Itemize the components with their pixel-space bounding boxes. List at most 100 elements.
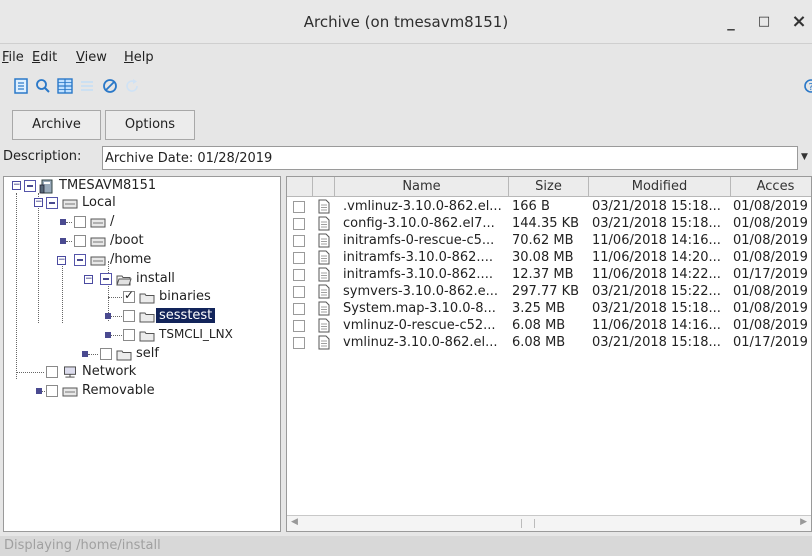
- tree-checkbox[interactable]: [74, 254, 86, 266]
- tab-archive[interactable]: Archive: [12, 110, 101, 140]
- menu-view[interactable]: View: [76, 50, 107, 65]
- tree-connector: [108, 261, 109, 321]
- description-input[interactable]: [102, 146, 798, 170]
- column-header-accessed[interactable]: Acces: [731, 177, 811, 197]
- menu-help[interactable]: Help: [124, 50, 154, 65]
- file-checkbox[interactable]: [293, 269, 305, 281]
- svg-text:?: ?: [808, 82, 812, 93]
- file-row[interactable]: vmlinuz-3.10.0-862.el... 6.08 MB 03/21/201…: [287, 334, 811, 351]
- column-header-modified[interactable]: Modified: [589, 177, 731, 197]
- file-row[interactable]: initramfs-3.10.0-862.... 12.37 MB 11/06/20…: [287, 266, 811, 283]
- file-row[interactable]: config-3.10.0-862.el7... 144.35 KB 03/21/2…: [287, 215, 811, 232]
- maximize-button[interactable]: □: [752, 10, 776, 34]
- file-row[interactable]: .vmlinuz-3.10.0-862.el... 166 B 03/21/2018…: [287, 198, 811, 215]
- tree-checkbox[interactable]: [100, 348, 112, 360]
- file-checkbox[interactable]: [293, 337, 305, 349]
- tree-node-install[interactable]: install: [136, 271, 175, 286]
- tree-checkbox[interactable]: [24, 180, 36, 192]
- file-row[interactable]: System.map-3.10.0-8... 3.25 MB 03/21/2018 …: [287, 300, 811, 317]
- collapse-toggle[interactable]: −: [12, 181, 21, 190]
- collapse-toggle[interactable]: −: [34, 198, 43, 207]
- menu-edit[interactable]: Edit: [32, 50, 57, 65]
- title-bar: Archive (on tmesavm8151) _ □ ×: [0, 0, 812, 44]
- tab-options[interactable]: Options: [105, 110, 195, 140]
- column-header-type[interactable]: [313, 177, 335, 197]
- tree-checkbox[interactable]: [74, 235, 86, 247]
- tree-connector: [66, 241, 72, 242]
- tree-connector: [38, 193, 39, 323]
- grid-icon[interactable]: [56, 77, 74, 95]
- tree-checkbox[interactable]: [100, 273, 112, 285]
- file-modified: 11/06/2018 14:16...: [592, 318, 721, 333]
- tree-node-binaries[interactable]: binaries: [159, 289, 211, 304]
- search-icon[interactable]: [34, 77, 52, 95]
- file-modified: 03/21/2018 15:18...: [592, 301, 721, 316]
- tree-node-home[interactable]: /home: [110, 252, 151, 267]
- file-row[interactable]: symvers-3.10.0-862.e... 297.77 KB 03/21/20…: [287, 283, 811, 300]
- tree-checkbox[interactable]: [46, 197, 58, 209]
- drive-icon: [90, 237, 106, 247]
- file-checkbox[interactable]: [293, 286, 305, 298]
- column-header-name[interactable]: Name: [335, 177, 509, 197]
- tree-checkbox[interactable]: [46, 385, 58, 397]
- file-checkbox[interactable]: [293, 201, 305, 213]
- tree-checkbox[interactable]: [74, 216, 86, 228]
- tree-connector: [88, 354, 98, 355]
- tree-checkbox[interactable]: [46, 366, 58, 378]
- tree-node-local[interactable]: Local: [82, 195, 116, 210]
- file-name: .vmlinuz-3.10.0-862.el...: [343, 199, 502, 214]
- tree-node-removable[interactable]: Removable: [82, 383, 155, 398]
- menu-file[interactable]: File: [2, 50, 24, 65]
- file-icon: [318, 216, 330, 231]
- collapse-toggle[interactable]: −: [84, 275, 93, 284]
- file-size: 30.08 MB: [512, 250, 574, 265]
- cancel-icon[interactable]: [101, 77, 119, 95]
- tree-checkbox[interactable]: [123, 310, 135, 322]
- window-title: Archive (on tmesavm8151): [303, 13, 509, 31]
- tree-node-root[interactable]: TMESAVM8151: [59, 178, 156, 193]
- network-icon: [64, 366, 76, 378]
- tree-connector: [111, 316, 122, 317]
- file-modified: 11/06/2018 14:16...: [592, 233, 721, 248]
- tree-node-root-fs[interactable]: /: [110, 214, 114, 229]
- tree-connector: [42, 391, 45, 392]
- tree-node-tsmcli[interactable]: TSMCLI_LNX: [159, 327, 233, 341]
- file-row[interactable]: initramfs-3.10.0-862.... 30.08 MB 11/06/20…: [287, 249, 811, 266]
- file-row[interactable]: vmlinuz-0-rescue-c52... 6.08 MB 11/06/2018…: [287, 317, 811, 334]
- file-accessed: 01/17/2019: [733, 335, 808, 350]
- file-checkbox[interactable]: [293, 235, 305, 247]
- file-icon: [318, 199, 330, 214]
- scroll-left-icon[interactable]: ◀: [291, 517, 298, 527]
- collapse-toggle[interactable]: −: [57, 256, 66, 265]
- scroll-right-icon[interactable]: ▶: [800, 517, 807, 527]
- column-header-size[interactable]: Size: [509, 177, 589, 197]
- minimize-button[interactable]: _: [719, 10, 743, 34]
- close-button[interactable]: ×: [787, 10, 811, 34]
- file-icon: [318, 301, 330, 316]
- file-checkbox[interactable]: [293, 320, 305, 332]
- file-checkbox[interactable]: [293, 303, 305, 315]
- refresh-icon[interactable]: [123, 77, 141, 95]
- list-icon[interactable]: [78, 77, 96, 95]
- document-icon[interactable]: [12, 77, 30, 95]
- column-header-select[interactable]: [287, 177, 313, 197]
- tree-node-network[interactable]: Network: [82, 364, 136, 379]
- file-size: 12.37 MB: [512, 267, 574, 282]
- file-checkbox[interactable]: [293, 252, 305, 264]
- tree-checkbox[interactable]: [123, 288, 135, 303]
- help-icon[interactable]: ?: [802, 77, 812, 95]
- tree-checkbox[interactable]: [123, 329, 135, 341]
- file-accessed: 01/08/2019: [733, 199, 808, 214]
- scroll-thumb-grip[interactable]: [521, 519, 535, 528]
- file-row[interactable]: initramfs-0-rescue-c5... 70.62 MB 11/06/20…: [287, 232, 811, 249]
- file-icon: [318, 335, 330, 350]
- file-icon: [318, 233, 330, 248]
- folder-icon: [116, 350, 132, 361]
- horizontal-scrollbar[interactable]: ◀ ▶: [287, 515, 811, 531]
- chevron-down-icon[interactable]: ▼: [801, 152, 808, 162]
- tree-node-boot[interactable]: /boot: [110, 233, 144, 248]
- tree-node-sesstest[interactable]: sesstest: [156, 308, 216, 323]
- file-checkbox[interactable]: [293, 218, 305, 230]
- description-label: Description:: [3, 149, 82, 164]
- tree-node-self[interactable]: self: [136, 346, 159, 361]
